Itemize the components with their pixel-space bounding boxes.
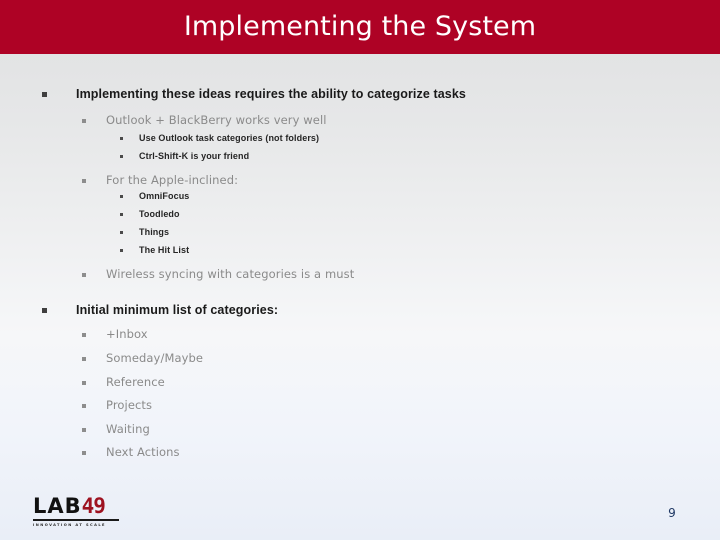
bullet-text: Use Outlook task categories (not folders… bbox=[139, 133, 320, 143]
slide: Implementing the System Implementing the… bbox=[0, 0, 720, 540]
bullet-marker-icon bbox=[82, 428, 86, 432]
bullet-marker-icon bbox=[82, 357, 86, 361]
bullet-marker-icon bbox=[82, 333, 86, 337]
bullet-row: Implementing these ideas requires the ab… bbox=[42, 87, 466, 101]
bullet-text: Initial minimum list of categories: bbox=[76, 303, 279, 317]
bullet-marker-icon bbox=[42, 308, 47, 313]
bullet-text: Projects bbox=[106, 398, 153, 412]
slide-body: Implementing these ideas requires the ab… bbox=[0, 54, 720, 484]
bullet-marker-icon bbox=[82, 273, 86, 277]
page-title: Implementing the System bbox=[183, 11, 537, 42]
bullet-row: The Hit List bbox=[120, 245, 189, 255]
bullet-text: Reference bbox=[106, 375, 165, 389]
bullet-row: For the Apple-inclined: bbox=[82, 173, 238, 187]
bullet-text: Implementing these ideas requires the ab… bbox=[76, 87, 466, 101]
bullet-text: OmniFocus bbox=[139, 191, 190, 201]
bullet-text: Outlook + BlackBerry works very well bbox=[106, 113, 327, 127]
bullet-marker-icon bbox=[82, 451, 86, 455]
bullet-marker-icon bbox=[120, 155, 123, 158]
bullet-text: The Hit List bbox=[139, 245, 190, 255]
bullet-text: Things bbox=[139, 227, 170, 237]
bullet-row: Waiting bbox=[82, 422, 150, 436]
bullet-text: Someday/Maybe bbox=[106, 351, 204, 365]
bullet-row: Next Actions bbox=[82, 445, 180, 459]
bullet-row: +Inbox bbox=[82, 327, 148, 341]
logo-divider bbox=[33, 519, 119, 521]
bullet-row: Toodledo bbox=[120, 209, 180, 219]
bullet-text: Waiting bbox=[106, 422, 150, 436]
bullet-marker-icon bbox=[82, 119, 86, 123]
bullet-row: Reference bbox=[82, 375, 165, 389]
bullet-text: Next Actions bbox=[106, 445, 180, 459]
logo-accent-text: 49 bbox=[81, 494, 106, 518]
bullet-text: Ctrl-Shift-K is your friend bbox=[139, 151, 250, 161]
bullet-marker-icon bbox=[82, 179, 86, 183]
bullet-row: Projects bbox=[82, 398, 152, 412]
bullet-row: Use Outlook task categories (not folders… bbox=[120, 133, 319, 143]
bullet-marker-icon bbox=[42, 92, 47, 97]
bullet-text: Toodledo bbox=[139, 209, 180, 219]
bullet-row: Things bbox=[120, 227, 169, 237]
logo-tagline: INNOVATION AT SCALE bbox=[33, 523, 106, 527]
bullet-row: Initial minimum list of categories: bbox=[42, 303, 278, 317]
bullet-marker-icon bbox=[82, 404, 86, 408]
page-number: 9 bbox=[668, 506, 676, 520]
bullet-marker-icon bbox=[120, 213, 123, 216]
bullet-row: Wireless syncing with categories is a mu… bbox=[82, 267, 354, 281]
bullet-text: For the Apple-inclined: bbox=[106, 173, 239, 187]
bullet-marker-icon bbox=[82, 381, 86, 385]
bullet-marker-icon bbox=[120, 249, 123, 252]
bullet-row: Someday/Maybe bbox=[82, 351, 203, 365]
bullet-row: OmniFocus bbox=[120, 191, 189, 201]
logo-primary-text: LAB bbox=[33, 494, 82, 518]
bullet-text: Wireless syncing with categories is a mu… bbox=[106, 267, 355, 281]
lab49-logo: LAB49 INNOVATION AT SCALE bbox=[33, 496, 133, 530]
bullet-row: Outlook + BlackBerry works very well bbox=[82, 113, 327, 127]
bullet-marker-icon bbox=[120, 137, 123, 140]
bullet-marker-icon bbox=[120, 231, 123, 234]
bullet-text: +Inbox bbox=[106, 327, 148, 341]
bullet-marker-icon bbox=[120, 195, 123, 198]
title-bar: Implementing the System bbox=[0, 0, 720, 54]
logo-wordmark: LAB49 bbox=[33, 496, 133, 517]
bullet-row: Ctrl-Shift-K is your friend bbox=[120, 151, 249, 161]
